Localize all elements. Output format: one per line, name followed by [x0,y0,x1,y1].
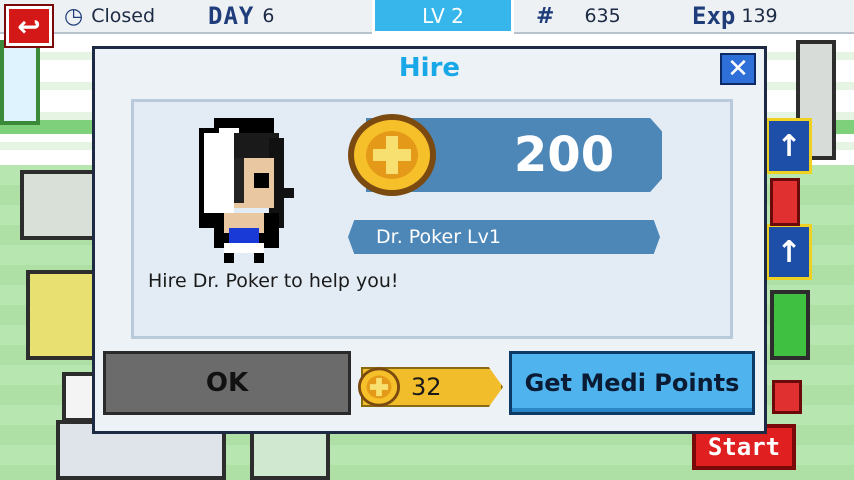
doctor-portrait [199,118,294,263]
exp-value: 139 [741,5,778,27]
doctor-name: Dr. Poker Lv1 [376,226,501,248]
boxing-glove-icon [772,380,802,414]
back-button[interactable]: ↩ [6,6,52,46]
window [0,40,40,125]
close-icon: ✕ [727,54,749,84]
hire-cost: 200 [513,127,615,183]
get-medi-points-button[interactable]: Get Medi Points [509,351,755,415]
clock-icon: ◷ [64,3,84,29]
money-counter: # 635 [536,0,621,32]
back-arrow-icon: ↩ [17,9,41,43]
hire-message: Hire Dr. Poker to help you! [148,270,399,292]
upgrade-arrow-icon[interactable]: ↑ [766,118,812,174]
level-indicator: LV 2 [372,0,514,34]
money-icon: # [536,3,555,29]
hire-dialog: Hire ✕ Hire Dr. Poker to help you! 200 D… [92,46,767,434]
close-button[interactable]: ✕ [720,53,756,85]
medi-points-value: 32 [411,373,442,401]
doctor-name-bar: Dr. Poker Lv1 [348,220,660,254]
top-hud: ◷ Closed DAY 6 LV 2 # 635 Exp 139 [0,0,854,34]
exp-counter: Exp 139 [692,0,778,32]
day-value: 6 [262,5,275,27]
medi-coin-icon [348,114,436,196]
staff-sprite [770,178,800,226]
medical-machine [26,270,96,360]
dialog-title: Hire [398,53,461,83]
money-value: 635 [584,5,621,27]
day-counter: DAY 6 [208,0,274,32]
reception-desk [20,170,100,240]
medi-point-coin-icon [357,367,401,407]
status-indicator: ◷ Closed [64,0,155,32]
upgrade-arrow-icon[interactable]: ↑ [766,224,812,280]
patient-station [770,290,810,360]
bed [250,430,330,480]
status-text: Closed [91,5,156,27]
exp-label: Exp [692,2,736,30]
ok-button[interactable]: OK [103,351,351,415]
day-label: DAY [208,2,255,30]
hire-info-panel: Hire Dr. Poker to help you! 200 Dr. Poke… [131,99,733,339]
